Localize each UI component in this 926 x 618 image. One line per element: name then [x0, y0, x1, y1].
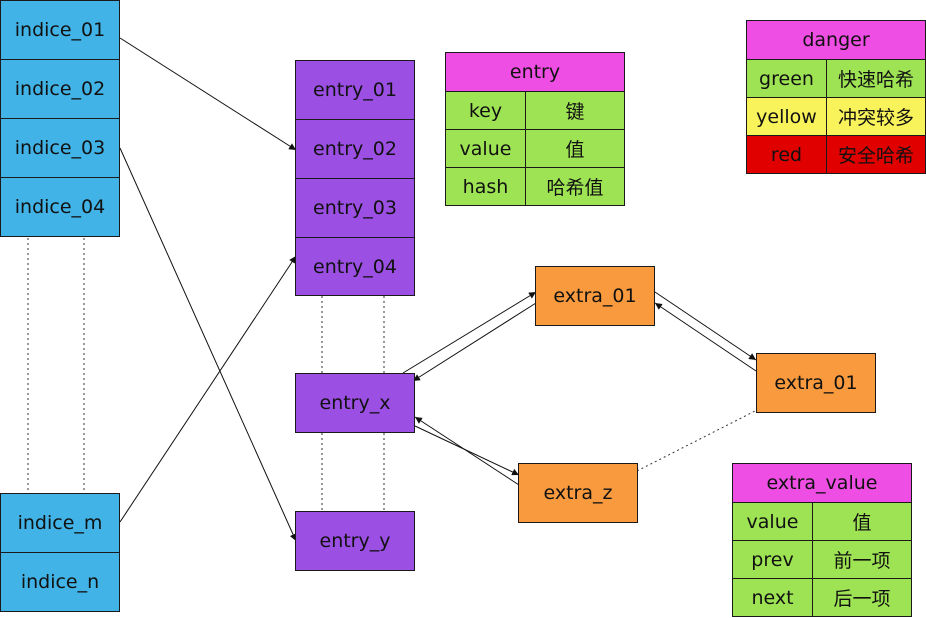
arrow-extra01-extra01b: [654, 291, 757, 361]
danger-table-green-value: 快速哈希: [826, 59, 926, 98]
danger-table-title: danger: [746, 20, 926, 60]
danger-table-red-label: red: [746, 135, 827, 174]
indice-box-01: indice_01: [0, 0, 120, 60]
extra-value-table-prev-label: prev: [732, 540, 813, 579]
entry-box-y: entry_y: [295, 511, 415, 571]
indice-box-m: indice_m: [0, 493, 120, 553]
entry-table-hash-value: 哈希值: [525, 167, 625, 206]
extra-box-01: extra_01: [535, 266, 655, 326]
extra-box-01-right: extra_01: [756, 353, 876, 413]
entry-table-key-value: 键: [525, 91, 625, 130]
arrow-extraz-entryx: [414, 416, 520, 486]
extra-value-table-prev-value: 前一项: [812, 540, 912, 579]
extra-value-table-value-label: value: [732, 502, 813, 541]
extra-value-table-value-value: 值: [812, 502, 912, 541]
dotted-extraz-extra01b: [636, 409, 758, 472]
extra-box-z: extra_z: [518, 463, 638, 523]
entry-box-02: entry_02: [295, 119, 415, 179]
entry-box-04: entry_04: [295, 237, 415, 296]
indice-box-04: indice_04: [0, 177, 120, 237]
indice-box-03: indice_03: [0, 118, 120, 178]
indice-box-n: indice_n: [0, 552, 120, 612]
entry-table-value-value: 值: [525, 129, 625, 168]
entry-table-hash-label: hash: [445, 167, 526, 206]
danger-table-red-value: 安全哈希: [826, 135, 926, 174]
arrow-indice01-entry02: [119, 37, 297, 151]
entry-table-key-label: key: [445, 91, 526, 130]
arrow-extra01b-extra01: [654, 302, 757, 372]
indice-box-02: indice_02: [0, 59, 120, 119]
extra-value-table-title: extra_value: [732, 463, 912, 503]
extra-value-table-next-label: next: [732, 578, 813, 617]
arrow-extra01-entryx: [412, 302, 537, 382]
entry-box-x: entry_x: [295, 373, 415, 433]
entry-box-01: entry_01: [295, 60, 415, 120]
danger-table-yellow-value: 冲突较多: [826, 97, 926, 136]
entry-table-value-label: value: [445, 129, 526, 168]
entry-table-title: entry: [445, 52, 625, 92]
danger-table-green-label: green: [746, 59, 827, 98]
extra-value-table-next-value: 后一项: [812, 578, 912, 617]
danger-table-yellow-label: yellow: [746, 97, 827, 136]
hash-table-diagram: indice_01 indice_02 indice_03 indice_04 …: [0, 0, 926, 618]
arrow-entryx-extra01: [402, 291, 537, 374]
entry-box-03: entry_03: [295, 178, 415, 238]
